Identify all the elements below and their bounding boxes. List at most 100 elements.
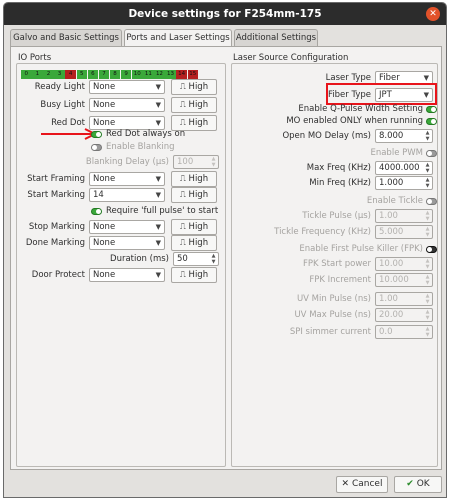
spin-arrows-icon: ▲ ▼ <box>425 226 430 238</box>
pulse-icon: ⎍ <box>179 238 186 248</box>
ready-light-value: None <box>93 82 116 92</box>
enable-fpk-label: Enable First Pulse Killer (FPK) <box>299 244 423 254</box>
blanking-delay-spinbox[interactable]: 100 ▲ ▼ <box>173 155 219 169</box>
chevron-down-icon: ▼ <box>155 223 161 231</box>
tickle-pulse-label: Tickle Pulse (μs) <box>302 211 371 221</box>
uv-max-spinbox[interactable]: 20.00 ▲ ▼ <box>375 308 433 322</box>
spi-simmer-spinbox[interactable]: 0.0 ▲ ▼ <box>375 325 433 339</box>
enable-qpulse-toggle[interactable] <box>426 106 437 113</box>
door-protect-polarity-button[interactable]: ⎍ High <box>171 267 217 283</box>
start-marking-polarity-label: High <box>188 190 209 200</box>
stop-marking-label: Stop Marking <box>28 222 85 232</box>
start-framing-polarity-button[interactable]: ⎍ High <box>171 171 217 187</box>
start-marking-select[interactable]: 14 ▼ <box>89 188 165 202</box>
max-freq-spinbox[interactable]: 4000.000 ▲ ▼ <box>375 161 433 175</box>
cancel-icon: ✕ <box>341 479 350 489</box>
duration-spinbox[interactable]: 50 ▲ ▼ <box>173 252 219 266</box>
require-full-pulse-toggle[interactable] <box>91 208 102 215</box>
stop-marking-select[interactable]: None ▼ <box>89 220 165 234</box>
chevron-down-icon: ▼ <box>155 191 161 199</box>
enable-fpk-toggle[interactable] <box>426 246 437 253</box>
tickle-pulse-value: 1.00 <box>379 211 398 221</box>
ready-light-polarity-label: High <box>188 82 209 92</box>
stop-marking-value: None <box>93 222 116 232</box>
pulse-icon: ⎍ <box>179 174 186 184</box>
io-ports-title: IO Ports <box>18 53 52 63</box>
laser-type-label: Laser Type <box>325 73 371 83</box>
tab-galvo-basic[interactable]: Galvo and Basic Settings <box>10 29 122 47</box>
blanking-delay-value: 100 <box>177 157 194 167</box>
open-mo-delay-spinbox[interactable]: 8.000 ▲ ▼ <box>375 129 433 143</box>
pulse-icon: ⎍ <box>179 100 186 110</box>
io-port-8-indicator: 8 <box>109 70 121 79</box>
mo-enabled-toggle[interactable] <box>426 118 437 125</box>
window-title: Device settings for F254mm-175 <box>128 8 322 20</box>
cancel-button-label: Cancel <box>351 479 383 489</box>
close-icon[interactable]: ✕ <box>426 7 440 21</box>
io-port-15-indicator: 15 <box>187 70 198 79</box>
chevron-down-icon: ▼ <box>155 119 161 127</box>
enable-pwm-label: Enable PWM <box>370 148 423 158</box>
annotation-arrow-icon <box>41 128 98 140</box>
spin-arrows-icon: ▲ ▼ <box>425 177 430 189</box>
red-dot-select[interactable]: None ▼ <box>89 116 165 130</box>
io-port-9-indicator: 9 <box>120 70 132 79</box>
spin-arrows-icon: ▲ ▼ <box>425 130 430 142</box>
pulse-icon: ⎍ <box>179 222 186 232</box>
spin-arrows-icon: ▲ ▼ <box>425 210 430 222</box>
max-freq-value: 4000.000 <box>379 163 420 173</box>
ok-button-label: OK <box>416 479 430 489</box>
fpk-increment-value: 10.000 <box>379 275 409 285</box>
io-port-12-indicator: 12 <box>154 70 165 79</box>
enable-tickle-toggle[interactable] <box>426 198 437 205</box>
cancel-button[interactable]: ✕ Cancel <box>336 476 388 493</box>
fpk-increment-spinbox[interactable]: 10.000 ▲ ▼ <box>375 273 433 287</box>
io-port-2-indicator: 2 <box>43 70 54 79</box>
start-marking-polarity-button[interactable]: ⎍ High <box>171 187 217 203</box>
red-dot-always-on-label: Red Dot always on <box>106 129 186 139</box>
io-port-3-indicator: 3 <box>54 70 65 79</box>
spi-simmer-value: 0.0 <box>379 327 393 337</box>
fpk-start-value: 10.00 <box>379 259 404 269</box>
start-framing-select[interactable]: None ▼ <box>89 172 165 186</box>
start-framing-polarity-label: High <box>188 174 209 184</box>
stop-marking-polarity-button[interactable]: ⎍ High <box>171 219 217 235</box>
start-framing-label: Start Framing <box>27 174 85 184</box>
busy-light-polarity-button[interactable]: ⎍ High <box>171 97 217 113</box>
done-marking-polarity-label: High <box>188 238 209 248</box>
fiber-type-highlight <box>326 83 437 105</box>
door-protect-value: None <box>93 270 116 280</box>
io-port-7-indicator: 7 <box>98 70 110 79</box>
ready-light-polarity-button[interactable]: ⎍ High <box>171 79 217 95</box>
chevron-down-icon: ▼ <box>155 239 161 247</box>
device-settings-dialog: Device settings for F254mm-175 ✕ Galvo a… <box>3 2 447 498</box>
spin-arrows-icon: ▲ ▼ <box>211 253 216 265</box>
fpk-start-label: FPK Start power <box>302 259 371 269</box>
fpk-start-spinbox[interactable]: 10.00 ▲ ▼ <box>375 257 433 271</box>
uv-min-spinbox[interactable]: 1.00 ▲ ▼ <box>375 292 433 306</box>
laser-type-value: Fiber <box>379 73 400 83</box>
enable-blanking-label: Enable Blanking <box>106 142 175 152</box>
busy-light-select[interactable]: None ▼ <box>89 98 165 112</box>
tab-panel: IO Ports 0 1 2 3 4 5 6 7 8 9 10 11 12 13 14 15 Ready Li… <box>10 46 442 470</box>
done-marking-select[interactable]: None ▼ <box>89 236 165 250</box>
tickle-pulse-spinbox[interactable]: 1.00 ▲ ▼ <box>375 209 433 223</box>
chevron-down-icon: ▼ <box>155 83 161 91</box>
tickle-freq-value: 5.000 <box>379 227 404 237</box>
min-freq-spinbox[interactable]: 1.000 ▲ ▼ <box>375 176 433 190</box>
pulse-icon: ⎍ <box>179 190 186 200</box>
door-protect-select[interactable]: None ▼ <box>89 268 165 282</box>
ok-button[interactable]: ✔ OK <box>394 476 442 493</box>
ready-light-select[interactable]: None ▼ <box>89 80 165 94</box>
io-port-0-indicator: 0 <box>21 70 32 79</box>
tickle-freq-spinbox[interactable]: 5.000 ▲ ▼ <box>375 225 433 239</box>
tab-additional[interactable]: Additional Settings <box>234 29 318 47</box>
done-marking-value: None <box>93 238 116 248</box>
pulse-icon: ⎍ <box>179 82 186 92</box>
red-dot-always-on-toggle[interactable] <box>91 131 102 138</box>
done-marking-label: Done Marking <box>25 238 85 248</box>
enable-blanking-toggle[interactable] <box>91 144 102 151</box>
done-marking-polarity-button[interactable]: ⎍ High <box>171 235 217 251</box>
spin-arrows-icon: ▲ ▼ <box>425 162 430 174</box>
enable-pwm-toggle[interactable] <box>426 150 437 157</box>
